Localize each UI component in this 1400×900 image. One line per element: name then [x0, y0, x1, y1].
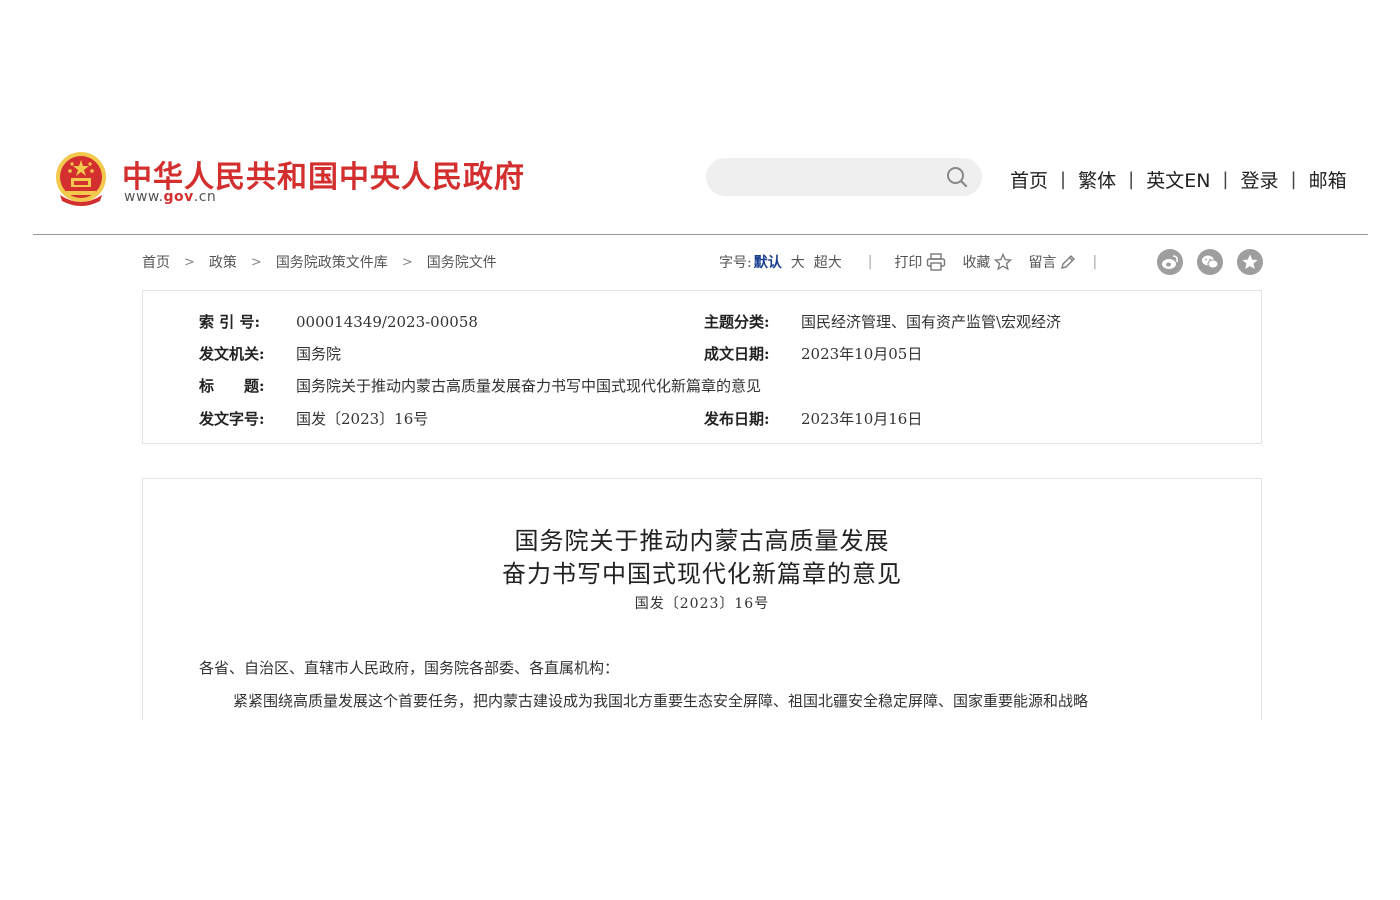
font-size-large[interactable]: 大	[791, 252, 805, 272]
share-icons	[1157, 249, 1263, 275]
breadcrumb-policy-library[interactable]: 国务院政策文件库	[276, 252, 388, 272]
meta-index-label: 索 引 号:	[199, 313, 260, 331]
meta-written-date-row: 成文日期: 2023年10月05日	[704, 343, 922, 364]
favorite-label: 收藏	[962, 255, 991, 271]
breadcrumb-policy[interactable]: 政策	[209, 252, 237, 272]
search-icon[interactable]	[946, 166, 968, 188]
article-title-line2: 奋力书写中国式现代化新篇章的意见	[502, 560, 902, 588]
site-url: www.gov.cn	[124, 189, 217, 205]
meta-title-label: 标 题:	[199, 377, 265, 395]
meta-title-row: 标 题: 国务院关于推动内蒙古高质量发展奋力书写中国式现代化新篇章的意见	[199, 375, 761, 396]
nav-traditional[interactable]: 繁体	[1078, 166, 1116, 193]
search-box[interactable]	[706, 158, 982, 196]
meta-docno-value: 国发〔2023〕16号	[296, 410, 429, 428]
meta-topic-label: 主题分类:	[704, 313, 770, 331]
nav-separator: |	[1060, 168, 1067, 190]
print-button[interactable]: 打印	[894, 252, 946, 272]
breadcrumb-state-council-docs[interactable]: 国务院文件	[427, 252, 497, 272]
meta-topic-row: 主题分类: 国民经济管理、国有资产监管\宏观经济	[704, 311, 1061, 332]
font-size-label: 字号:	[719, 255, 752, 271]
meta-issuer-value: 国务院	[296, 345, 342, 363]
font-size-default[interactable]: 默认	[754, 252, 782, 272]
nav-english[interactable]: 英文EN	[1146, 166, 1210, 193]
meta-published-date-row: 发布日期: 2023年10月16日	[704, 408, 922, 429]
breadcrumb-separator: >	[184, 254, 195, 270]
breadcrumb-home[interactable]: 首页	[142, 252, 170, 272]
meta-index-row: 索 引 号: 000014349/2023-00058	[199, 311, 478, 332]
meta-issuer-label: 发文机关:	[199, 345, 265, 363]
nav-home[interactable]: 首页	[1010, 166, 1048, 193]
toolbar-separator: |	[1092, 254, 1098, 270]
comment-label: 留言	[1028, 255, 1057, 271]
article-paragraph: 紧紧围绕高质量发展这个首要任务，把内蒙古建设成为我国北方重要生态安全屏障、祖国北…	[233, 692, 1089, 710]
breadcrumb: 首页 > 政策 > 国务院政策文件库 > 国务院文件	[142, 252, 497, 272]
toolbar-separator: |	[867, 254, 873, 270]
nav-login[interactable]: 登录	[1240, 166, 1278, 193]
nav-separator: |	[1222, 168, 1229, 190]
comment-button[interactable]: 留言	[1028, 252, 1076, 272]
top-nav: 首页 | 繁体 | 英文EN | 登录 | 邮箱	[1010, 164, 1347, 194]
header-divider	[33, 234, 1368, 235]
nav-separator: |	[1128, 168, 1135, 190]
article-toolbar: 字号: 默认 大 超大 | 打印 收藏 留言 |	[719, 252, 1097, 272]
meta-written-date-value: 2023年10月05日	[801, 345, 923, 363]
national-emblem-logo[interactable]	[54, 151, 108, 207]
breadcrumb-separator: >	[401, 254, 413, 270]
nav-separator: |	[1290, 168, 1297, 190]
weibo-icon[interactable]	[1157, 249, 1183, 275]
qzone-icon[interactable]	[1237, 249, 1263, 275]
meta-written-date-label: 成文日期:	[704, 345, 770, 363]
star-icon	[994, 253, 1013, 271]
article-doc-number: 国发〔2023〕16号	[634, 596, 770, 612]
search-input[interactable]	[720, 164, 934, 192]
nav-mailbox[interactable]: 邮箱	[1309, 166, 1347, 193]
pencil-icon	[1061, 255, 1076, 269]
font-size-xlarge[interactable]: 超大	[814, 252, 842, 272]
meta-issuer-row: 发文机关: 国务院	[199, 343, 341, 364]
meta-index-value: 000014349/2023-00058	[296, 313, 478, 331]
wechat-icon[interactable]	[1197, 249, 1223, 275]
meta-docno-row: 发文字号: 国发〔2023〕16号	[199, 408, 428, 429]
article-body: 国务院关于推动内蒙古高质量发展 奋力书写中国式现代化新篇章的意见 国发〔2023…	[142, 478, 1262, 720]
article-title-line1: 国务院关于推动内蒙古高质量发展	[514, 527, 890, 555]
document-metadata-box: 索 引 号: 000014349/2023-00058 主题分类: 国民经济管理、国…	[142, 290, 1262, 444]
article-salutation: 各省、自治区、直辖市人民政府，国务院各部委、各直属机构：	[199, 659, 620, 677]
printer-icon	[927, 253, 946, 271]
meta-topic-value: 国民经济管理、国有资产监管\宏观经济	[801, 313, 1062, 331]
meta-title-value: 国务院关于推动内蒙古高质量发展奋力书写中国式现代化新篇章的意见	[296, 377, 762, 395]
breadcrumb-separator: >	[250, 254, 262, 270]
print-label: 打印	[894, 255, 923, 271]
favorite-button[interactable]: 收藏	[962, 252, 1013, 272]
meta-published-date-value: 2023年10月16日	[801, 410, 923, 428]
meta-docno-label: 发文字号:	[199, 410, 265, 428]
meta-published-date-label: 发布日期:	[704, 410, 770, 428]
